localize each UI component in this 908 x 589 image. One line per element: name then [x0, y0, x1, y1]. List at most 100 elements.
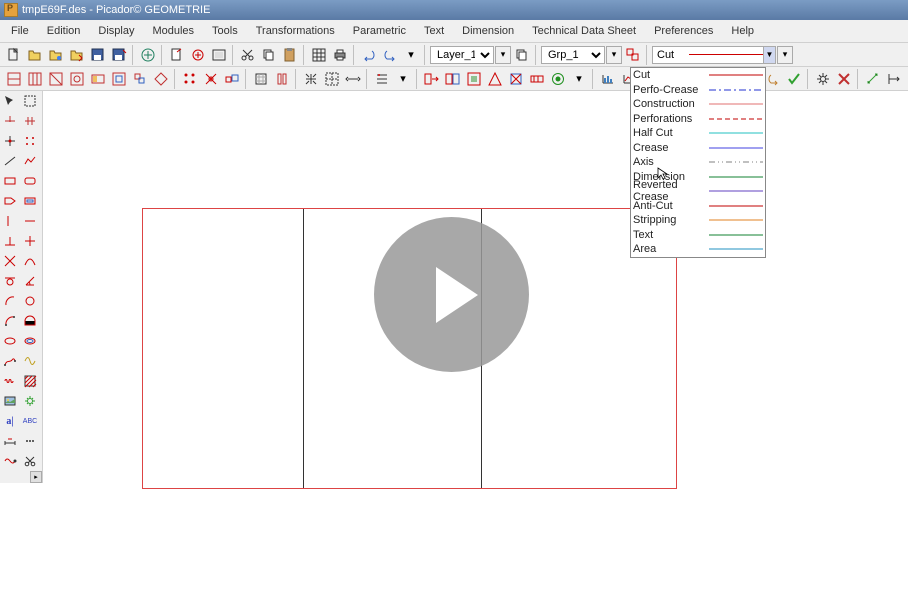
tb2-redo2-button[interactable] — [763, 69, 783, 89]
side-nurbs-button[interactable] — [20, 351, 40, 371]
side-arc3-button[interactable] — [20, 311, 40, 331]
menu-file[interactable]: File — [2, 21, 38, 41]
linetype-combo[interactable]: Cut ▼ — [652, 46, 776, 64]
side-ellipse-button[interactable] — [0, 331, 20, 351]
menu-tools[interactable]: Tools — [203, 21, 247, 41]
save-button[interactable] — [88, 45, 108, 65]
side-circle-button[interactable] — [20, 291, 40, 311]
menu-parametric[interactable]: Parametric — [344, 21, 415, 41]
tb2-btn-11[interactable] — [222, 69, 242, 89]
linetype-option-perforations[interactable]: Perforations — [631, 112, 765, 127]
preview-button[interactable] — [209, 45, 229, 65]
linetype-option-anti-cut[interactable]: Anti-Cut — [631, 199, 765, 214]
side-tangent-button[interactable] — [0, 271, 20, 291]
paste-button[interactable] — [280, 45, 300, 65]
side-xline-button[interactable] — [0, 251, 20, 271]
export-button[interactable] — [138, 45, 158, 65]
tb2-btn-8[interactable] — [151, 69, 171, 89]
linetype-option-cut[interactable]: Cut — [631, 68, 765, 83]
undo-button[interactable] — [359, 45, 379, 65]
grid-button[interactable] — [309, 45, 329, 65]
tb2-btn-22[interactable] — [485, 69, 505, 89]
menu-edition[interactable]: Edition — [38, 21, 90, 41]
tb2-btn-17[interactable] — [372, 69, 392, 89]
layer-dropdown-button[interactable]: ▾ — [495, 46, 511, 64]
canvas-area[interactable] — [43, 91, 908, 589]
side-wave-button[interactable] — [0, 451, 20, 471]
side-text-a-button[interactable]: a| — [0, 411, 20, 431]
new-button[interactable] — [4, 45, 24, 65]
tb2-measure-button[interactable] — [863, 69, 883, 89]
linetype-option-stripping[interactable]: Stripping — [631, 213, 765, 228]
cut-button[interactable] — [238, 45, 258, 65]
side-vline-button[interactable] — [0, 211, 20, 231]
side-polyline-button[interactable] — [20, 151, 40, 171]
side-expand-button[interactable]: ▸ — [30, 471, 42, 483]
open-folder-button[interactable] — [46, 45, 66, 65]
open-button[interactable] — [25, 45, 45, 65]
side-point1-button[interactable] — [0, 131, 20, 151]
tb2-btn-1[interactable] — [4, 69, 24, 89]
linetype-option-perfo-crease[interactable]: Perfo-Crease — [631, 83, 765, 98]
tb2-dropdown-25[interactable]: ▾ — [569, 69, 589, 89]
menu-modules[interactable]: Modules — [143, 21, 203, 41]
tb2-btn-14[interactable] — [301, 69, 321, 89]
tb2-btn-6[interactable] — [109, 69, 129, 89]
side-rect-select-button[interactable] — [20, 91, 40, 111]
side-hatch-button[interactable] — [20, 371, 40, 391]
linetype-option-axis[interactable]: Axis — [631, 155, 765, 170]
play-overlay-button[interactable] — [374, 217, 529, 372]
tb2-btn-3[interactable] — [46, 69, 66, 89]
side-curve-button[interactable] — [20, 251, 40, 271]
side-hline-button[interactable] — [20, 211, 40, 231]
side-line-button[interactable] — [0, 151, 20, 171]
linetype-option-half-cut[interactable]: Half Cut — [631, 126, 765, 141]
undo-arrow-button[interactable]: ▾ — [401, 45, 421, 65]
layer-select[interactable]: Layer_1 — [430, 46, 494, 64]
linetype-option-text[interactable]: Text — [631, 228, 765, 243]
save-as-button[interactable] — [109, 45, 129, 65]
linetype-option-reverted-crease[interactable]: Reverted Crease — [631, 184, 765, 199]
tb2-btn-18[interactable]: ▾ — [393, 69, 413, 89]
layer-copy-button[interactable] — [512, 45, 532, 65]
linetype-option-construction[interactable]: Construction — [631, 97, 765, 112]
tb2-align-button[interactable] — [884, 69, 904, 89]
linetype-option-crease[interactable]: Crease — [631, 141, 765, 156]
tb2-btn-13[interactable] — [272, 69, 292, 89]
side-shape1-button[interactable] — [0, 191, 20, 211]
tb2-btn-26[interactable] — [598, 69, 618, 89]
tb2-btn-10[interactable] — [201, 69, 221, 89]
side-scissors-button[interactable] — [20, 451, 40, 471]
menu-tds[interactable]: Technical Data Sheet — [523, 21, 645, 41]
import-button[interactable] — [67, 45, 87, 65]
menu-dimension[interactable]: Dimension — [453, 21, 523, 41]
group-dropdown-button[interactable]: ▾ — [606, 46, 622, 64]
side-dots-button[interactable] — [20, 431, 40, 451]
side-gear-button[interactable] — [20, 391, 40, 411]
tb2-btn-7[interactable] — [130, 69, 150, 89]
print-button[interactable] — [330, 45, 350, 65]
side-rect-button[interactable] — [0, 171, 20, 191]
copy-button[interactable] — [259, 45, 279, 65]
tb2-btn-9[interactable] — [180, 69, 200, 89]
menu-transformations[interactable]: Transformations — [247, 21, 344, 41]
tb2-close-button[interactable] — [834, 69, 854, 89]
side-arc2-button[interactable] — [0, 311, 20, 331]
side-offset-button[interactable] — [20, 331, 40, 351]
side-bitmap-button[interactable] — [0, 391, 20, 411]
tb2-btn-15[interactable] — [322, 69, 342, 89]
side-select-button[interactable] — [0, 91, 20, 111]
tb2-btn-16[interactable] — [343, 69, 363, 89]
side-trim1-button[interactable] — [0, 111, 20, 131]
linetype-extra-button[interactable]: ▾ — [777, 46, 793, 64]
side-spring-button[interactable] — [0, 371, 20, 391]
tb2-gear-button[interactable] — [813, 69, 833, 89]
tb2-check-button[interactable] — [784, 69, 804, 89]
side-text-abc-button[interactable]: ABC — [20, 411, 40, 431]
side-point2-button[interactable] — [20, 131, 40, 151]
side-shape2-button[interactable] — [20, 191, 40, 211]
tb2-btn-19[interactable] — [422, 69, 442, 89]
tb2-btn-24[interactable] — [527, 69, 547, 89]
linetype-option-area[interactable]: Area — [631, 242, 765, 257]
menu-display[interactable]: Display — [89, 21, 143, 41]
